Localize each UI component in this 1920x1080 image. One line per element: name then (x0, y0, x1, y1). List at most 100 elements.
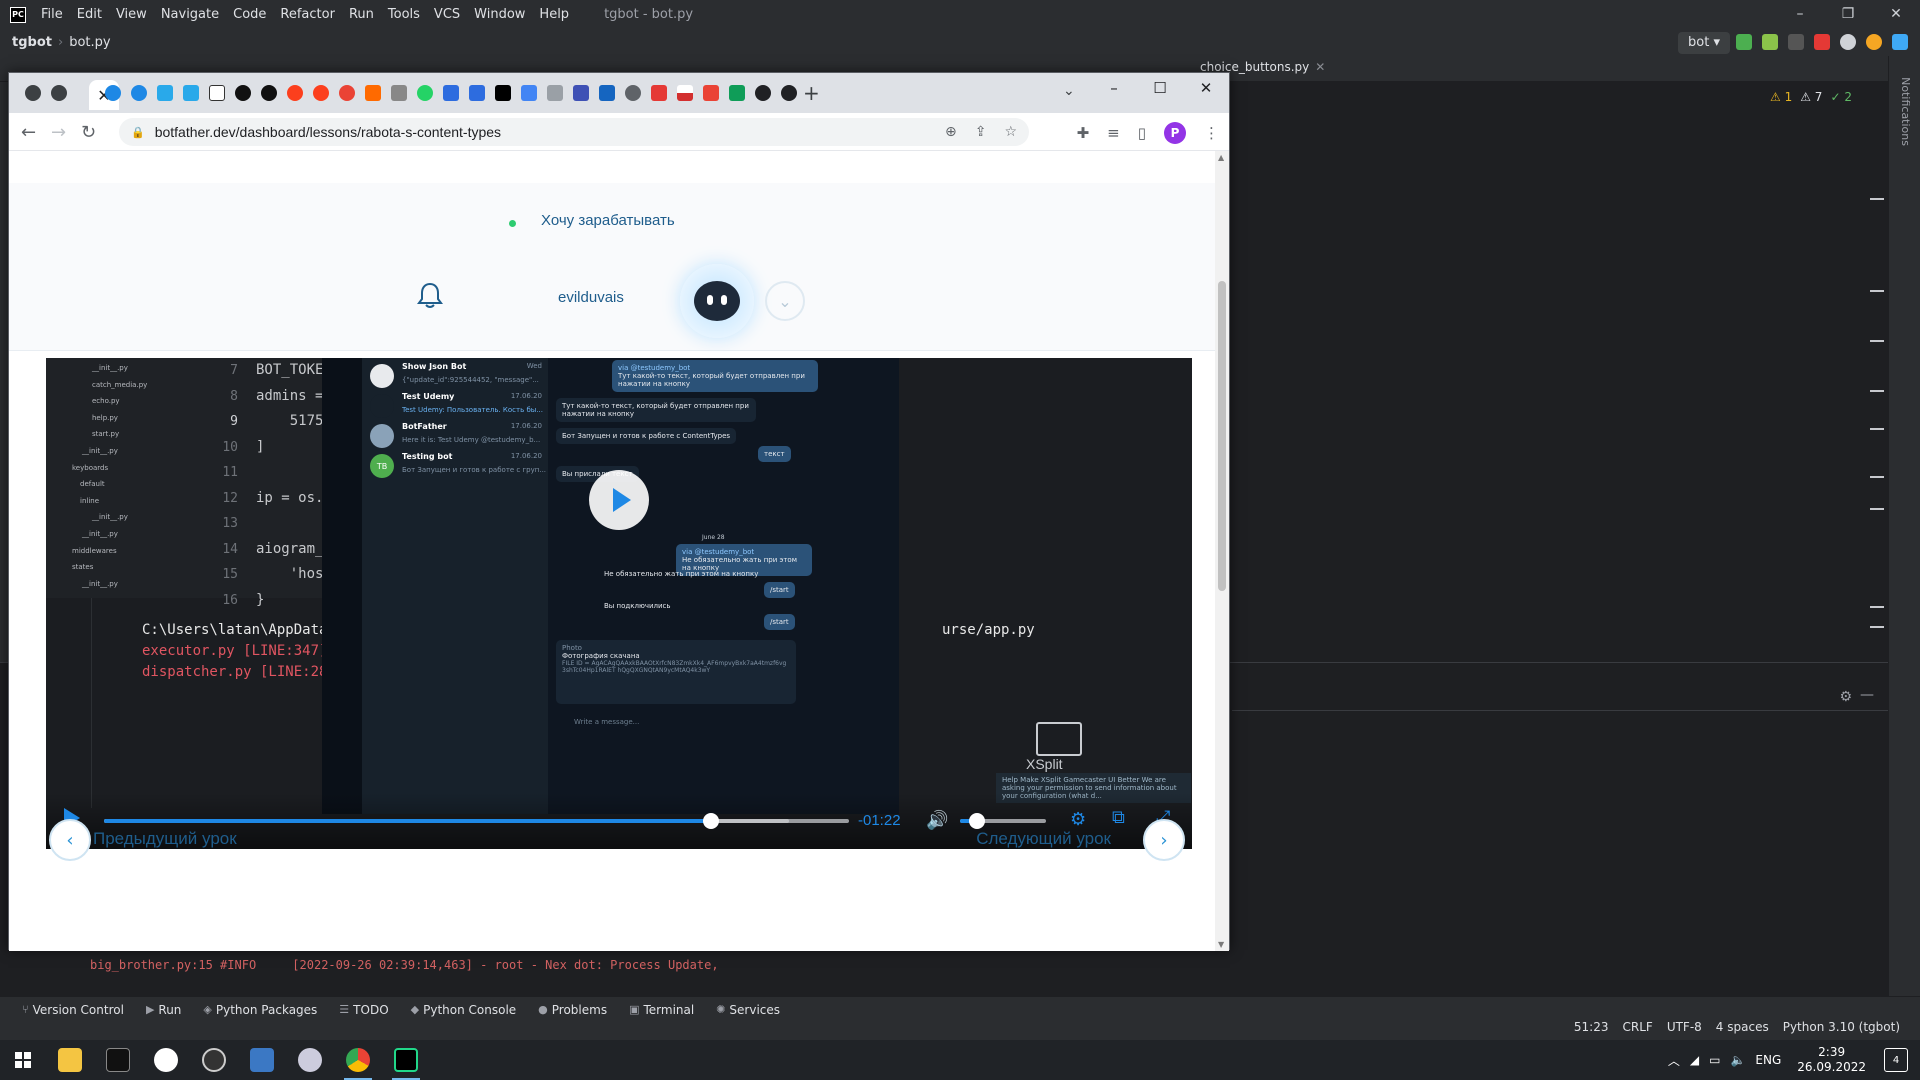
scroll-up-icon[interactable]: ▲ (1218, 153, 1224, 162)
code-editor[interactable] (1232, 82, 1888, 662)
scrollbar-thumb[interactable] (1218, 281, 1226, 591)
volume-icon[interactable]: 🔈 (1730, 1053, 1745, 1067)
tw-version-control[interactable]: ⑂ Version Control (22, 1003, 124, 1017)
status-position[interactable]: 51:23 (1574, 1020, 1609, 1034)
menu-refactor[interactable]: Refactor (273, 7, 342, 22)
status-interpreter[interactable]: Python 3.10 (tgbot) (1783, 1020, 1900, 1034)
language-indicator[interactable]: ENG (1755, 1053, 1781, 1067)
menu-file[interactable]: File (34, 7, 70, 22)
tab-pdf-icon[interactable] (651, 85, 667, 101)
side-panel-icon[interactable]: ▯ (1138, 124, 1146, 142)
tab-telegram-icon[interactable] (183, 85, 199, 101)
status-indent[interactable]: 4 spaces (1716, 1020, 1769, 1034)
hide-panel-icon[interactable]: — (1860, 687, 1874, 703)
tab-generic-icon[interactable] (391, 85, 407, 101)
back-arrow-icon[interactable]: ← (21, 122, 36, 143)
next-lesson-link[interactable]: Следующий урок (976, 829, 1111, 849)
tab-send-icon[interactable] (729, 85, 745, 101)
prev-lesson-link[interactable]: Предыдущий урок (93, 829, 237, 849)
tab-translate-icon[interactable] (521, 85, 537, 101)
tab-openai-icon[interactable] (235, 85, 251, 101)
tab-gmail-icon[interactable] (703, 85, 719, 101)
menu-run[interactable]: Run (342, 7, 381, 22)
tab-yandex-icon[interactable] (313, 85, 329, 101)
tab-docs-icon[interactable] (573, 85, 589, 101)
bookmark-star-icon[interactable]: ☆ (1004, 124, 1017, 140)
tab-telegram-icon[interactable] (157, 85, 173, 101)
tab-whatsapp-icon[interactable] (417, 85, 433, 101)
breadcrumb-project[interactable]: tgbot (12, 35, 52, 50)
taskbar-calculator[interactable] (238, 1040, 286, 1080)
reload-icon[interactable]: ↻ (81, 122, 96, 143)
menu-edit[interactable]: Edit (70, 7, 109, 22)
menu-help[interactable]: Help (532, 7, 576, 22)
action-center-icon[interactable]: 4 (1884, 1048, 1908, 1072)
next-lesson-button[interactable]: › (1143, 819, 1185, 861)
tab-yandex-icon[interactable] (287, 85, 303, 101)
tab-botfather-icon[interactable] (131, 85, 147, 101)
big-play-button[interactable] (589, 470, 649, 530)
tw-run[interactable]: ▶ Run (146, 1003, 181, 1017)
tab-translate-icon[interactable] (547, 85, 563, 101)
status-encoding[interactable]: UTF-8 (1667, 1020, 1702, 1034)
address-bar[interactable]: 🔒 botfather.dev/dashboard/lessons/rabota… (119, 118, 1029, 146)
minimize-icon[interactable]: – (1091, 73, 1137, 105)
media-control-icon[interactable]: ≡ (1107, 124, 1120, 142)
close-icon[interactable]: ✕ (1315, 60, 1325, 74)
maximize-icon[interactable]: ☐ (1137, 73, 1183, 105)
tab-openai-icon[interactable] (261, 85, 277, 101)
breadcrumb-file[interactable]: bot.py (69, 35, 110, 50)
start-button[interactable] (0, 1040, 46, 1080)
tab-github-icon[interactable] (51, 85, 67, 101)
tab-stackoverflow-icon[interactable] (365, 85, 381, 101)
tw-problems[interactable]: ● Problems (538, 1003, 607, 1017)
prev-lesson-button[interactable]: ‹ (49, 819, 91, 861)
video-player[interactable]: __init__.py catch_media.py echo.py help.… (46, 358, 1192, 849)
tab-notion-icon[interactable] (495, 85, 511, 101)
tw-python-packages[interactable]: ◈ Python Packages (203, 1003, 317, 1017)
menu-view[interactable]: View (109, 7, 154, 22)
network-icon[interactable]: ◢ (1690, 1053, 1699, 1067)
menu-tools[interactable]: Tools (381, 7, 427, 22)
menu-vcs[interactable]: VCS (427, 7, 467, 22)
taskbar-terminal[interactable] (94, 1040, 142, 1080)
forward-arrow-icon[interactable]: → (51, 122, 66, 143)
extensions-icon[interactable]: ✚ (1077, 124, 1090, 142)
clock[interactable]: 2:39 26.09.2022 (1797, 1045, 1866, 1075)
tab-maps-icon[interactable] (339, 85, 355, 101)
inspection-widget[interactable]: ⚠ 1 ⚠ 7 ✓ 2 (1770, 90, 1852, 104)
menu-code[interactable]: Code (226, 7, 273, 22)
search-icon[interactable] (1840, 34, 1856, 50)
status-line-separator[interactable]: CRLF (1623, 1020, 1653, 1034)
taskbar-xsplit[interactable] (286, 1040, 334, 1080)
page-scrollbar[interactable]: ▲ ▼ (1215, 151, 1229, 951)
kebab-menu-icon[interactable]: ⋮ (1204, 124, 1219, 142)
close-icon[interactable]: ✕ (1872, 0, 1920, 29)
username[interactable]: evilduvais (558, 289, 624, 306)
maximize-icon[interactable]: ❐ (1824, 0, 1872, 29)
chevron-down-icon[interactable]: ⌄ (765, 281, 805, 321)
battery-icon[interactable]: ▭ (1709, 1053, 1720, 1067)
menu-navigate[interactable]: Navigate (154, 7, 226, 22)
coverage-icon[interactable] (1788, 34, 1804, 50)
taskbar-pycharm[interactable] (382, 1040, 430, 1080)
tab-atlassian-icon[interactable] (469, 85, 485, 101)
share-icon[interactable]: ⇪ (975, 124, 987, 140)
tw-services[interactable]: ✺ Services (716, 1003, 780, 1017)
taskbar-file-explorer[interactable] (46, 1040, 94, 1080)
tab-botfather-icon[interactable] (105, 85, 121, 101)
jetbrains-icon[interactable] (1892, 34, 1908, 50)
lock-icon[interactable]: 🔒 (131, 126, 145, 139)
taskbar-obs[interactable] (190, 1040, 238, 1080)
tray-chevron-up-icon[interactable]: ︿ (1668, 1052, 1680, 1069)
notifications-tab[interactable]: Notifications (1899, 77, 1912, 146)
stop-icon[interactable] (1814, 34, 1830, 50)
earn-link[interactable]: Хочу зарабатывать (541, 212, 675, 229)
tw-terminal[interactable]: ▣ Terminal (629, 1003, 694, 1017)
update-icon[interactable] (1866, 34, 1882, 50)
scroll-down-icon[interactable]: ▼ (1218, 940, 1224, 949)
profile-avatar[interactable]: P (1164, 122, 1186, 144)
tab-generic-icon[interactable] (755, 85, 771, 101)
debug-icon[interactable] (1762, 34, 1778, 50)
tab-generic-icon[interactable] (625, 85, 641, 101)
